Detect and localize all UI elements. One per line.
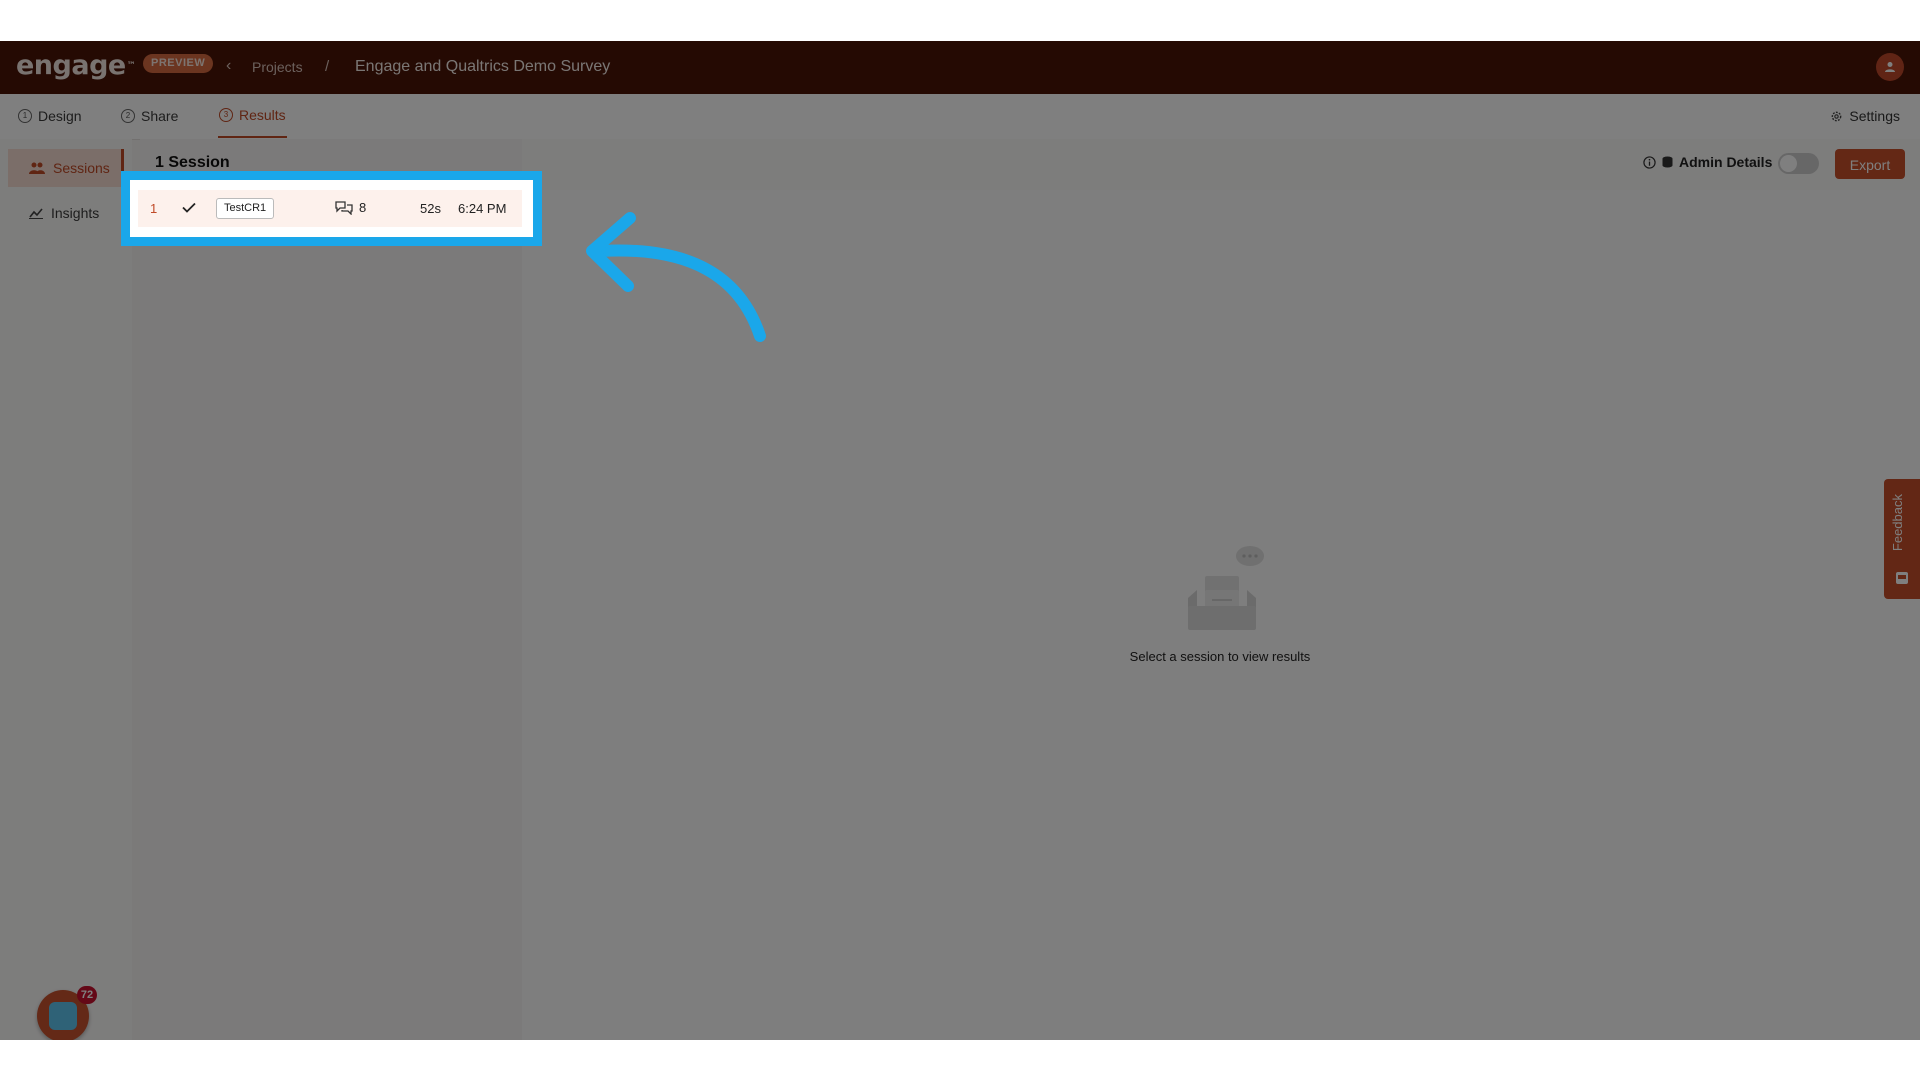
session-duration: 52s bbox=[420, 201, 441, 216]
info-icon[interactable] bbox=[1643, 155, 1656, 169]
empty-state-message: Select a session to view results bbox=[1129, 649, 1311, 664]
launcher-icon bbox=[49, 1002, 77, 1030]
chevron-left-icon[interactable]: ‹ bbox=[226, 56, 231, 76]
app-launcher-button[interactable]: 72 bbox=[37, 986, 97, 1040]
database-icon bbox=[1662, 156, 1673, 168]
message-count-value: 8 bbox=[359, 200, 367, 215]
chat-icon bbox=[335, 201, 353, 215]
users-icon bbox=[29, 162, 45, 174]
session-index: 1 bbox=[150, 201, 158, 216]
settings-label: Settings bbox=[1849, 108, 1900, 124]
tab-label: Results bbox=[239, 107, 286, 123]
annotation-arrow bbox=[586, 212, 766, 342]
step-number-icon: 3 bbox=[219, 108, 233, 122]
top-bar: engage™ PREVIEW ‹ Projects / Engage and … bbox=[0, 41, 1920, 94]
toggle-knob bbox=[1780, 155, 1797, 172]
page-title: Engage and Qualtrics Demo Survey bbox=[355, 58, 611, 75]
session-name-tag: TestCR1 bbox=[216, 198, 275, 219]
preview-badge: PREVIEW bbox=[143, 54, 214, 73]
export-button[interactable]: Export bbox=[1835, 149, 1905, 179]
tab-design[interactable]: 1 Design bbox=[18, 94, 82, 138]
breadcrumb-separator: / bbox=[325, 58, 330, 75]
admin-details-label: Admin Details bbox=[1643, 154, 1772, 170]
left-sidebar: Sessions Insights 72 ‹ bbox=[0, 139, 132, 1040]
user-icon bbox=[1885, 62, 1895, 72]
message-count: 8 bbox=[335, 200, 366, 215]
breadcrumb-projects-link[interactable]: Projects bbox=[252, 57, 303, 77]
session-row[interactable]: 1 TestCR1 8 52s 6:24 PM bbox=[138, 190, 522, 227]
gear-icon bbox=[1832, 111, 1842, 121]
app-window: engage™ PREVIEW ‹ Projects / Engage and … bbox=[0, 41, 1920, 1040]
session-count-title: 1 Session bbox=[155, 154, 230, 171]
step-number-icon: 1 bbox=[18, 109, 32, 123]
session-time: 6:24 PM bbox=[458, 201, 507, 216]
feedback-tab[interactable]: Feedback bbox=[1884, 479, 1920, 599]
tabs-bar: 1 Design 2 Share 3 Results Settings bbox=[0, 94, 1920, 140]
notification-badge: 72 bbox=[77, 986, 97, 1004]
tab-share[interactable]: 2 Share bbox=[121, 94, 178, 138]
tab-results[interactable]: 3 Results bbox=[218, 94, 287, 138]
sidebar-item-label: Sessions bbox=[53, 160, 110, 176]
sidebar-item-insights[interactable]: Insights bbox=[8, 194, 124, 232]
admin-details-text: Admin Details bbox=[1679, 154, 1773, 170]
step-number-icon: 2 bbox=[121, 109, 135, 123]
chart-icon bbox=[29, 208, 43, 219]
settings-button[interactable]: Settings bbox=[1830, 94, 1900, 138]
engage-logo[interactable]: engage™ bbox=[16, 51, 136, 81]
check-icon bbox=[182, 202, 196, 213]
feedback-icon bbox=[1896, 572, 1908, 584]
sidebar-item-sessions[interactable]: Sessions bbox=[8, 149, 124, 187]
user-avatar[interactable] bbox=[1876, 53, 1904, 81]
admin-details-toggle[interactable] bbox=[1778, 153, 1819, 174]
session-list-panel bbox=[140, 139, 523, 1040]
sidebar-item-label: Insights bbox=[51, 205, 100, 221]
tab-label: Design bbox=[38, 108, 82, 124]
feedback-label: Feedback bbox=[1890, 494, 1905, 552]
tab-label: Share bbox=[141, 108, 179, 124]
inbox-empty-icon bbox=[1188, 546, 1264, 630]
